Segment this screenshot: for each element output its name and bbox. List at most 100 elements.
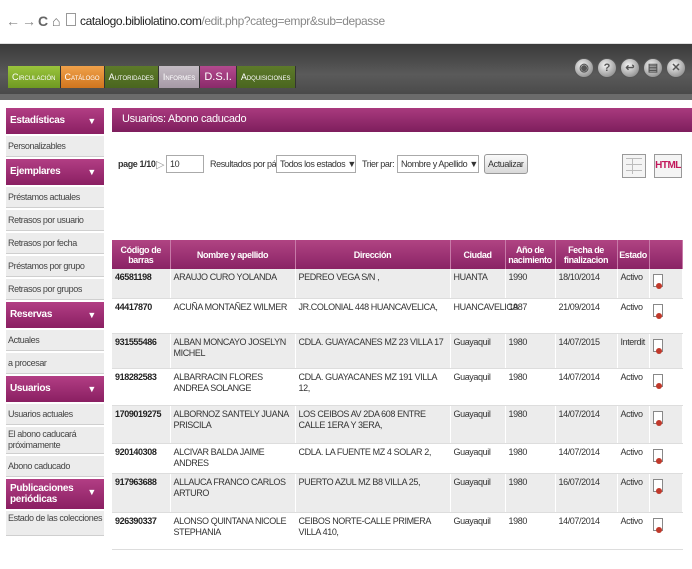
page-title: Usuarios: Abono caducado xyxy=(112,108,692,132)
url-host: catalogo.bibliolatino.com xyxy=(80,14,202,28)
city-cell: Guayaquil xyxy=(450,473,506,513)
col-header-address[interactable]: Dirección xyxy=(295,240,451,269)
document-icon[interactable] xyxy=(652,410,663,426)
document-icon[interactable] xyxy=(652,478,663,494)
exit-icon[interactable]: ↩ xyxy=(620,58,640,78)
col-header-barcode[interactable]: Código de barras xyxy=(112,240,171,269)
document-icon[interactable] xyxy=(652,448,663,464)
status-cell: Activo xyxy=(617,368,650,406)
end-date-cell: 14/07/2014 xyxy=(555,443,618,474)
reload-button[interactable]: C xyxy=(38,14,48,28)
col-header-city[interactable]: Ciudad xyxy=(450,240,506,269)
sidebar-item-abono-caducara[interactable]: El abono caducará próximamente xyxy=(6,427,104,454)
tab-dsi[interactable]: D.S.I. xyxy=(200,66,237,88)
html-export-icon[interactable]: HTML xyxy=(654,154,682,178)
document-icon[interactable] xyxy=(652,274,663,289)
close-icon[interactable]: ✕ xyxy=(666,58,686,78)
document-icon[interactable] xyxy=(652,303,663,319)
update-button[interactable]: Actualizar xyxy=(484,154,528,174)
name-cell: ALLAUCA FRANCO CARLOS ARTURO xyxy=(170,473,296,513)
tab-catalogo[interactable]: Catálogo xyxy=(60,66,105,88)
sidebar-item-estado-colecciones[interactable]: Estado de las colecciones xyxy=(6,511,104,536)
barcode-cell[interactable]: 46581198 xyxy=(112,269,171,299)
table-row[interactable]: 926390337 ALONSO QUINTANA NICOLE STEPHANI… xyxy=(112,512,683,550)
forward-button[interactable]: → xyxy=(22,14,36,28)
address-cell: LOS CEIBOS AV 2DA 608 ENTRE CALLE 1ERA Y… xyxy=(295,405,451,444)
city-cell: Guayaquil xyxy=(450,405,506,444)
barcode-cell[interactable]: 918282583 xyxy=(112,368,171,406)
col-header-name[interactable]: Nombre y apellido xyxy=(170,240,296,269)
name-cell: ALONSO QUINTANA NICOLE STEPHANIA xyxy=(170,512,296,550)
chevron-down-icon: ▼ xyxy=(87,167,96,177)
sidebar-item-retrasos-por-grupos[interactable]: Retrasos por grupos xyxy=(6,279,104,300)
barcode-cell[interactable]: 917963688 xyxy=(112,473,171,513)
sidebar-item-abono-caducado[interactable]: Abono caducado xyxy=(6,456,104,477)
sidebar-section-usuarios[interactable]: Usuarios ▼ xyxy=(6,376,104,402)
home-button[interactable]: ⌂ xyxy=(52,14,60,28)
tab-informes[interactable]: Informes xyxy=(158,66,201,88)
sidebar: Estadísticas ▼ Personalizables Ejemplares… xyxy=(6,108,104,538)
actions-cell xyxy=(649,333,683,369)
sidebar-item-retrasos-por-usuario[interactable]: Retrasos por usuario xyxy=(6,210,104,231)
name-cell: ARAUJO CURO YOLANDA xyxy=(170,269,296,299)
back-button[interactable]: ← xyxy=(6,14,20,28)
table-row[interactable]: 931555486 ALBAN MONCAYO JOSELYN MICHEL CDL… xyxy=(112,333,683,369)
table-row[interactable]: 46581198 ARAUJO CURO YOLANDA PEDREO VEGA S… xyxy=(112,269,683,299)
col-header-end-date[interactable]: Fecha de finalizacion xyxy=(555,240,618,269)
barcode-cell[interactable]: 931555486 xyxy=(112,333,171,369)
sort-select[interactable]: Nombre y Apellido ▼ xyxy=(397,155,479,173)
document-icon[interactable] xyxy=(652,338,663,354)
col-header-birth-year[interactable]: Año de nacimiento xyxy=(505,240,556,269)
end-date-cell: 14/07/2014 xyxy=(555,512,618,550)
table-row[interactable]: 918282583 ALBARRACIN FLORES ANDREA SOLANG… xyxy=(112,368,683,406)
sidebar-item-actuales[interactable]: Actuales xyxy=(6,330,104,351)
spreadsheet-export-icon[interactable] xyxy=(622,154,646,178)
per-page-input[interactable]: 10 xyxy=(166,155,204,173)
table-row[interactable]: 1709019275 ALBORNOZ SANTELY JUANA PRISCIL… xyxy=(112,405,683,444)
actions-cell xyxy=(649,443,683,474)
sidebar-section-ejemplares[interactable]: Ejemplares ▼ xyxy=(6,159,104,185)
col-header-status[interactable]: Estado xyxy=(617,240,650,269)
end-date-cell: 14/07/2014 xyxy=(555,368,618,406)
address-cell: JR.COLONIAL 448 HUANCAVELICA, xyxy=(295,298,451,334)
chevron-down-icon: ▼ xyxy=(87,487,96,497)
sidebar-item-prestamos-actuales[interactable]: Préstamos actuales xyxy=(6,187,104,208)
table-row[interactable]: 920140308 ALCIVAR BALDA JAIME ANDRES CDLA.… xyxy=(112,443,683,474)
status-cell: Activo xyxy=(617,512,650,550)
sidebar-section-publicaciones[interactable]: Publicaciones periódicas ▼ xyxy=(6,479,104,509)
document-icon[interactable] xyxy=(652,517,663,533)
sidebar-section-estadisticas[interactable]: Estadísticas ▼ xyxy=(6,108,104,134)
status-cell: Activo xyxy=(617,405,650,444)
state-select[interactable]: Todos los estados ▼ xyxy=(276,155,356,173)
sidebar-item-retrasos-por-fecha[interactable]: Retrasos por fecha xyxy=(6,233,104,254)
sidebar-item-usuarios-actuales[interactable]: Usuarios actuales xyxy=(6,404,104,425)
address-bar[interactable]: catalogo.bibliolatino.com/edit.php?categ… xyxy=(80,14,385,28)
sidebar-item-prestamos-por-grupo[interactable]: Préstamos por grupo xyxy=(6,256,104,277)
sidebar-section-reservas[interactable]: Reservas ▼ xyxy=(6,302,104,328)
name-cell: ALBAN MONCAYO JOSELYN MICHEL xyxy=(170,333,296,369)
tab-adquisiciones[interactable]: Adquisiciones xyxy=(236,66,296,88)
tab-circulacion[interactable]: Circulación xyxy=(8,66,61,88)
tab-autoridades[interactable]: Autoridades xyxy=(104,66,159,88)
sidebar-section-label: Reservas xyxy=(10,309,53,320)
lock-icon[interactable]: ◉ xyxy=(574,58,594,78)
birth-year-cell: 1987 xyxy=(505,298,556,334)
sidebar-item-a-procesar[interactable]: a procesar xyxy=(6,353,104,374)
barcode-cell[interactable]: 926390337 xyxy=(112,512,171,550)
next-page-icon[interactable]: ▷ xyxy=(156,158,164,171)
barcode-cell[interactable]: 920140308 xyxy=(112,443,171,474)
document-icon[interactable] xyxy=(652,373,663,389)
city-cell: HUANTA xyxy=(450,269,506,299)
city-cell: HUANCAVELICA xyxy=(450,298,518,334)
end-date-cell: 14/07/2015 xyxy=(555,333,618,369)
barcode-cell[interactable]: 1709019275 xyxy=(112,405,171,444)
city-cell: Guayaquil xyxy=(450,368,506,406)
barcode-cell[interactable]: 44417870 xyxy=(112,298,171,334)
table-row[interactable]: 44417870 ACUÑA MONTAÑEZ WILMER JR.COLONIAL… xyxy=(112,298,683,334)
help-icon[interactable]: ? xyxy=(597,58,617,78)
table-row[interactable]: 917963688 ALLAUCA FRANCO CARLOS ARTURO PUE… xyxy=(112,473,683,513)
actions-cell xyxy=(649,269,683,299)
status-cell: Activo xyxy=(617,298,650,334)
sidebar-item-personalizables[interactable]: Personalizables xyxy=(6,136,104,157)
print-icon[interactable]: ▤ xyxy=(643,58,663,78)
